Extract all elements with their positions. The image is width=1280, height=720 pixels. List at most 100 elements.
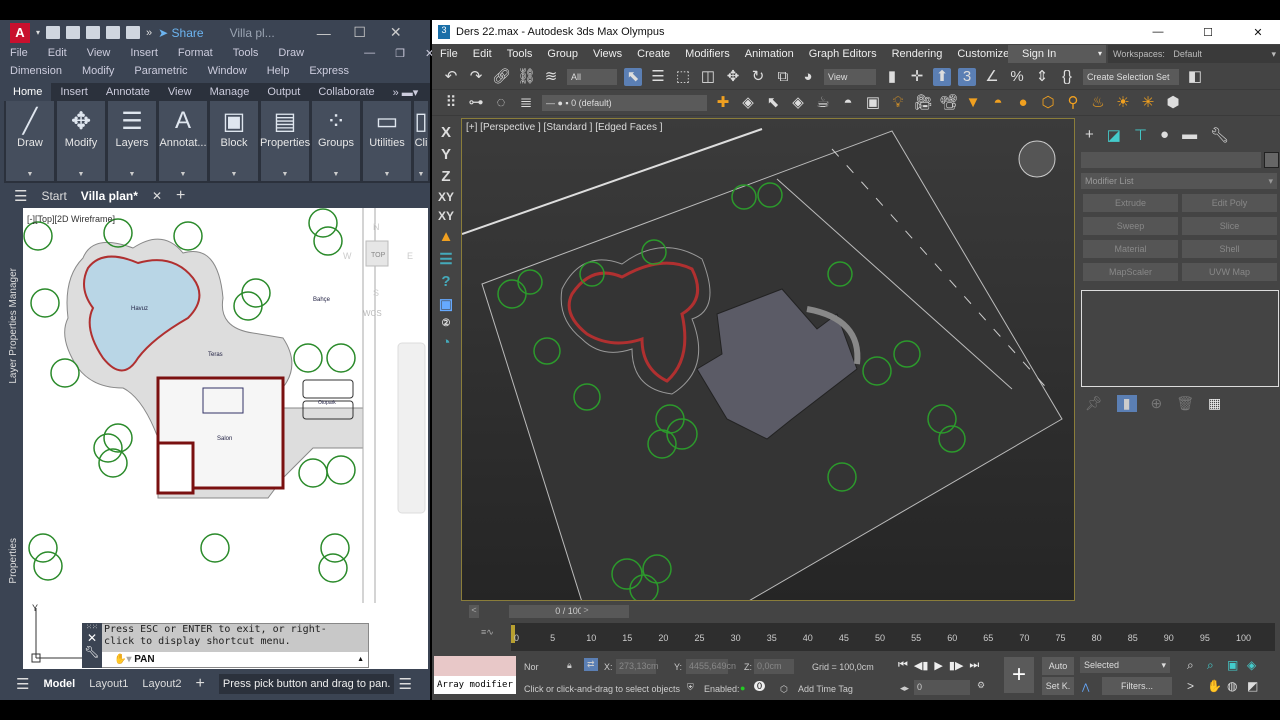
- align-icon[interactable]: ⊶: [467, 94, 485, 112]
- sphere-light-icon[interactable]: ●: [1014, 94, 1032, 112]
- navigation-bar[interactable]: [397, 342, 426, 514]
- panel-expand-icon[interactable]: ▼: [231, 171, 238, 178]
- make-unique-icon[interactable]: ⊕: [1151, 395, 1163, 412]
- teapot-icon[interactable]: ☕︎: [814, 94, 832, 112]
- hierarchy-tab-icon[interactable]: ⊤: [1134, 126, 1147, 144]
- spot-light-icon[interactable]: ▼: [964, 94, 982, 112]
- render-setup-icon[interactable]: ◓: [839, 94, 857, 112]
- camera2-icon[interactable]: 📽︎: [939, 94, 958, 112]
- mirror-icon[interactable]: ◧: [1186, 68, 1204, 86]
- light-icon[interactable]: 💡︎: [889, 94, 907, 112]
- menu-insert[interactable]: Insert: [130, 47, 158, 64]
- panel-expand-icon[interactable]: ▼: [384, 171, 391, 178]
- layer-explorer-icon[interactable]: ≣: [517, 94, 535, 112]
- sun-icon[interactable]: ☀: [1114, 94, 1132, 112]
- play-icon[interactable]: ▶: [934, 659, 942, 672]
- menu-view[interactable]: View: [87, 47, 111, 64]
- previous-frame-button[interactable]: <: [469, 605, 479, 618]
- layer-properties-palette[interactable]: Layer Properties Manager: [8, 268, 19, 384]
- menu-format[interactable]: Format: [178, 47, 213, 64]
- unlink-icon[interactable]: ⛓︎: [517, 68, 536, 86]
- utilities-tab-icon[interactable]: 🔧︎: [1210, 126, 1229, 144]
- sign-in-dropdown[interactable]: Sign In ▾: [1008, 45, 1106, 63]
- link-icon[interactable]: 🔗︎: [492, 68, 511, 86]
- menu-modify[interactable]: Modify: [82, 65, 114, 82]
- help-icon[interactable]: ?: [441, 273, 450, 290]
- zoom-extents-all-icon[interactable]: ◈: [1247, 658, 1267, 673]
- go-to-end-icon[interactable]: ⏭: [969, 659, 979, 672]
- menu-rendering[interactable]: Rendering: [892, 48, 943, 60]
- keyboard-shortcut-override-icon[interactable]: ⬆: [933, 67, 951, 86]
- menu-views[interactable]: Views: [593, 48, 622, 60]
- customize-wrench-icon[interactable]: 🔧︎: [82, 645, 102, 659]
- modifier-list-dropdown[interactable]: Modifier List ▾: [1081, 173, 1277, 189]
- menu-file[interactable]: File: [440, 48, 458, 60]
- track-icon[interactable]: ◔: [441, 334, 450, 351]
- save-as-icon[interactable]: [106, 26, 121, 39]
- select-manipulate-icon[interactable]: ✛: [908, 68, 926, 86]
- perspective-viewport[interactable]: [+] [Perspective ] [Standard ] [Edged Fa…: [461, 118, 1075, 601]
- close-button[interactable]: ✕: [381, 24, 411, 41]
- ribbon-panel-draw[interactable]: ╱ Draw ▼: [6, 101, 54, 181]
- app-menu-chevron-icon[interactable]: ▾: [36, 28, 40, 37]
- maximize-button[interactable]: ☐: [345, 24, 375, 41]
- minimize-button[interactable]: —: [309, 25, 339, 41]
- close-tab-icon[interactable]: ✕: [152, 189, 162, 203]
- select-layer-icon[interactable]: ⬉: [764, 94, 782, 112]
- doc-minimize-button[interactable]: —: [364, 47, 375, 64]
- rendered-frame-icon[interactable]: ▣: [864, 94, 882, 112]
- selection-circle-icon[interactable]: ◌: [492, 94, 510, 112]
- maximize-viewport-icon[interactable]: ◩: [1247, 679, 1267, 693]
- menu-create[interactable]: Create: [637, 48, 670, 60]
- maxscript-mini-listener[interactable]: Array modifier: [434, 676, 516, 694]
- ribbon-panel-properties[interactable]: ▤ Properties ▼: [260, 101, 310, 181]
- lock-icon[interactable]: 🔒︎: [567, 660, 572, 671]
- tab-collaborate[interactable]: Collaborate: [309, 86, 383, 98]
- grip-icon[interactable]: ⁙⁙: [82, 623, 102, 631]
- reference-coordinate-dropdown[interactable]: View: [824, 68, 876, 85]
- redo-icon[interactable]: ↷: [467, 68, 485, 86]
- viewport-icon[interactable]: ▣: [439, 295, 453, 313]
- viewport-label[interactable]: [+] [Perspective ] [Standard ] [Edged Fa…: [466, 122, 663, 133]
- pivot-icon[interactable]: ▮: [883, 68, 901, 86]
- layout-tab-layout2[interactable]: Layout2: [142, 678, 181, 690]
- menu-parametric[interactable]: Parametric: [134, 65, 187, 82]
- pan-icon[interactable]: ✋: [1207, 679, 1227, 693]
- zoom-icon[interactable]: ⌕: [1187, 658, 1207, 673]
- customization-menu-icon[interactable]: ☰: [398, 675, 411, 693]
- percent-snap-icon[interactable]: %: [1008, 68, 1026, 86]
- geo-light-icon[interactable]: ⬡: [1039, 94, 1057, 112]
- previous-key-icon[interactable]: ◀▮: [914, 659, 929, 672]
- field-of-view-icon[interactable]: >: [1187, 679, 1207, 693]
- place-icon[interactable]: ◕: [799, 68, 817, 86]
- layer-explorer-icon[interactable]: ☰: [439, 250, 452, 268]
- selection-filter-dropdown[interactable]: All: [567, 68, 617, 85]
- window-crossing-icon[interactable]: ◫: [699, 68, 717, 86]
- panel-expand-icon[interactable]: ▼: [418, 171, 425, 178]
- zoom-all-icon[interactable]: ⌕: [1207, 658, 1227, 673]
- orbit-icon[interactable]: ◍: [1227, 679, 1247, 693]
- constrain-x-button[interactable]: X: [441, 124, 451, 141]
- rectangular-selection-icon[interactable]: ⬚: [674, 68, 692, 86]
- default-tangent-icon[interactable]: ⋀: [1082, 682, 1089, 693]
- save-icon[interactable]: [86, 26, 101, 39]
- time-tag-icon[interactable]: ⬡: [780, 684, 788, 695]
- layer-objects-icon[interactable]: ◈: [789, 94, 807, 112]
- constrain-y-button[interactable]: Y: [441, 146, 451, 163]
- panel-expand-icon[interactable]: ▼: [333, 171, 340, 178]
- go-to-start-icon[interactable]: ⏮: [898, 659, 908, 672]
- track-bar[interactable]: 0 5 10 15 20 25 30 35 40 45 50 55 60 65 70 75 80 85 90 95 10…: [511, 623, 1275, 651]
- modifier-button-mapscaler[interactable]: MapScaler: [1083, 263, 1178, 281]
- select-by-name-icon[interactable]: ☰: [649, 68, 667, 86]
- modifier-stack[interactable]: [1081, 290, 1279, 387]
- more-tabs-icon[interactable]: » ▬▾: [384, 86, 428, 99]
- new-tab-button[interactable]: +: [176, 187, 185, 205]
- constrain-xy-cycle-button[interactable]: XY: [438, 209, 454, 223]
- minimize-button[interactable]: —: [1136, 26, 1180, 38]
- add-time-tag-button[interactable]: Add Time Tag: [798, 684, 853, 694]
- number-2-icon[interactable]: ②: [442, 318, 451, 329]
- menu-customize[interactable]: Customize: [957, 48, 1009, 60]
- set-key-button[interactable]: Set K.: [1042, 677, 1074, 695]
- menu-edit[interactable]: Edit: [48, 47, 67, 64]
- absolute-mode-icon[interactable]: ⇄: [584, 658, 598, 671]
